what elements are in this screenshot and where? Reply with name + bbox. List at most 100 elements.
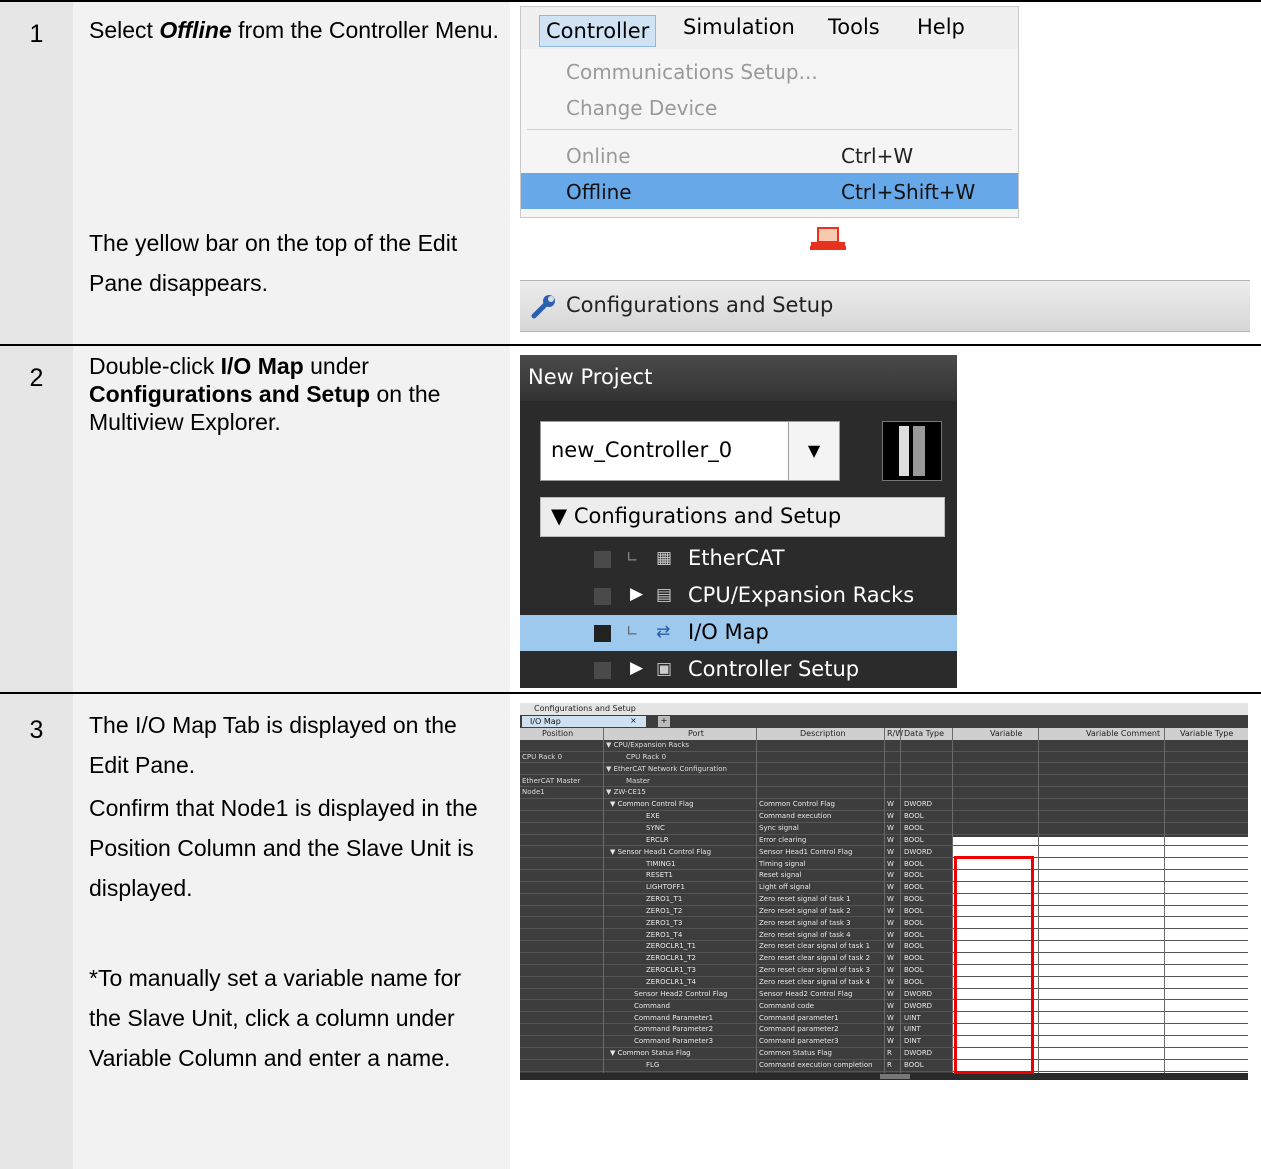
table-cell: W bbox=[887, 812, 894, 821]
controller-menu-screenshot: Controller Simulation Tools Help Communi… bbox=[520, 6, 1019, 218]
close-icon[interactable]: × bbox=[630, 716, 637, 725]
table-cell: Sensor Head2 Control Flag bbox=[759, 989, 853, 998]
menu-tools[interactable]: Tools bbox=[828, 15, 880, 39]
table-cell: ZERO1_T2 bbox=[646, 906, 683, 915]
table-cell: Command bbox=[634, 1001, 670, 1010]
table-cell: Command parameter2 bbox=[759, 1025, 839, 1034]
table-cell: W bbox=[887, 978, 894, 986]
step-number: 1 bbox=[29, 20, 44, 48]
step-note: *To manually set a variable name for the… bbox=[89, 965, 462, 1071]
table-cell: CPU Rack 0 bbox=[626, 752, 667, 761]
divider bbox=[0, 692, 1261, 694]
divider bbox=[0, 344, 1261, 346]
table-cell: W bbox=[887, 918, 894, 927]
step-confirm: Confirm that Node1 is displayed in the P… bbox=[89, 795, 478, 901]
table-cell: DWORD bbox=[904, 989, 933, 998]
table-cell: ERCLR bbox=[646, 835, 669, 844]
table-cell: W bbox=[887, 800, 894, 809]
explorer-item-cpu-expansion-racks[interactable]: ▶ ▤ CPU/Expansion Racks bbox=[520, 578, 957, 614]
table-cell: Error clearing bbox=[759, 835, 807, 844]
io-map-screenshot: Configurations and Setup I/O Map × + Pos… bbox=[520, 703, 1248, 1080]
table-cell: Light off signal bbox=[759, 883, 811, 892]
table-cell: DWORD bbox=[904, 847, 933, 856]
explorer-item-ethercat[interactable]: ∟ ▦ EtherCAT bbox=[520, 541, 957, 577]
table-cell: W bbox=[887, 895, 894, 904]
config-bar-title: Configurations and Setup bbox=[566, 293, 834, 317]
table-cell: R bbox=[887, 1060, 892, 1069]
menu-item-online[interactable]: Online Ctrl+W bbox=[521, 137, 1018, 173]
table-cell: Command parameter1 bbox=[759, 1013, 839, 1022]
multiview-explorer: New Project new_Controller_0 ▼ ▼ Configu… bbox=[520, 355, 957, 688]
menu-item-change-device[interactable]: Change Device bbox=[521, 89, 1018, 125]
table-cell: DWORD bbox=[904, 800, 933, 809]
divider bbox=[0, 0, 1261, 2]
table-cell: DWORD bbox=[904, 1001, 933, 1010]
table-cell: W bbox=[887, 966, 894, 975]
table-cell: DWORD bbox=[904, 1049, 933, 1058]
table-cell: W bbox=[887, 989, 894, 998]
table-cell: Zero reset clear signal of task 1 bbox=[759, 942, 871, 951]
menu-item-offline[interactable]: Offline Ctrl+Shift+W bbox=[521, 173, 1018, 209]
table-cell: ▼ CPU/Expansion Racks bbox=[606, 741, 690, 749]
table-cell: BOOL bbox=[904, 883, 924, 892]
table-cell: ZEROCLR1_T4 bbox=[646, 978, 696, 986]
table-cell: R bbox=[887, 1049, 892, 1058]
table-cell: BOOL bbox=[904, 895, 924, 904]
wrench-icon bbox=[531, 295, 555, 319]
step-instruction: Select Offline from the Controller Menu. bbox=[89, 17, 499, 43]
table-cell: TIMING1 bbox=[646, 859, 676, 868]
table-cell: ▼ ZW-CE15 bbox=[606, 788, 646, 797]
horizontal-scrollbar[interactable] bbox=[520, 1073, 1248, 1080]
table-cell: BOOL bbox=[904, 871, 924, 880]
menu-simulation[interactable]: Simulation bbox=[683, 15, 795, 39]
iomap-icon: ⇄ bbox=[656, 622, 671, 642]
table-cell: ZEROCLR1_T2 bbox=[646, 954, 696, 963]
table-cell: W bbox=[887, 906, 894, 915]
table-cell: Common Status Flag bbox=[759, 1049, 832, 1058]
table-cell: Command Parameter1 bbox=[634, 1013, 714, 1022]
explorer-item-io-map[interactable]: ∟ ⇄ I/O Map bbox=[520, 615, 957, 651]
table-cell: W bbox=[887, 871, 894, 880]
table-cell: W bbox=[887, 954, 894, 963]
table-cell: Zero reset signal of task 3 bbox=[759, 918, 851, 927]
table-cell: BOOL bbox=[904, 954, 924, 963]
table-cell: Command code bbox=[759, 1001, 815, 1010]
menu-controller[interactable]: Controller bbox=[539, 15, 657, 47]
table-cell: W bbox=[887, 859, 894, 868]
step-result: The yellow bar on the top of the Edit Pa… bbox=[89, 230, 458, 296]
configurations-setup-node[interactable]: ▼ Configurations and Setup bbox=[540, 497, 945, 537]
down-arrow-icon bbox=[810, 227, 846, 250]
step-number: 3 bbox=[29, 716, 44, 744]
table-cell: BOOL bbox=[904, 930, 924, 939]
menu-item-communications-setup[interactable]: Communications Setup... bbox=[521, 53, 1018, 89]
table-cell: ZERO1_T3 bbox=[646, 918, 683, 927]
table-cell: Command execution completion bbox=[759, 1060, 873, 1069]
table-cell: ZERO1_T1 bbox=[646, 895, 683, 904]
table-cell: W bbox=[887, 835, 894, 844]
rack-icon: ▤ bbox=[656, 585, 673, 605]
controller-select[interactable]: new_Controller_0 ▼ bbox=[540, 421, 840, 481]
explorer-item-controller-setup[interactable]: ▶ ▣ Controller Setup bbox=[520, 652, 957, 688]
table-cell: Sensor Head1 Control Flag bbox=[759, 847, 853, 856]
table-cell: BOOL bbox=[904, 918, 924, 927]
table-cell: W bbox=[887, 1013, 894, 1022]
menu-help[interactable]: Help bbox=[917, 15, 965, 39]
table-cell: EXE bbox=[646, 812, 660, 821]
table-cell: Timing signal bbox=[759, 859, 806, 868]
ethercat-icon: ▦ bbox=[656, 548, 673, 568]
table-cell: Zero reset signal of task 4 bbox=[759, 930, 851, 939]
table-cell: BOOL bbox=[904, 835, 924, 844]
table-cell: ZEROCLR1_T1 bbox=[646, 942, 696, 951]
controller-device-icon bbox=[882, 421, 942, 481]
table-cell: ▼ Sensor Head1 Control Flag bbox=[610, 847, 712, 856]
tab-io-map[interactable]: I/O Map × bbox=[522, 716, 646, 727]
table-cell: Reset signal bbox=[759, 871, 802, 880]
chevron-down-icon[interactable]: ▼ bbox=[788, 422, 839, 480]
table-cell: W bbox=[887, 930, 894, 939]
io-window-title: Configurations and Setup bbox=[520, 703, 1248, 715]
add-tab-icon[interactable]: + bbox=[658, 716, 670, 727]
table-cell: W bbox=[887, 823, 894, 832]
table-cell: BOOL bbox=[904, 906, 924, 915]
table-cell: Command parameter3 bbox=[759, 1037, 839, 1046]
table-cell: BOOL bbox=[904, 1060, 924, 1069]
